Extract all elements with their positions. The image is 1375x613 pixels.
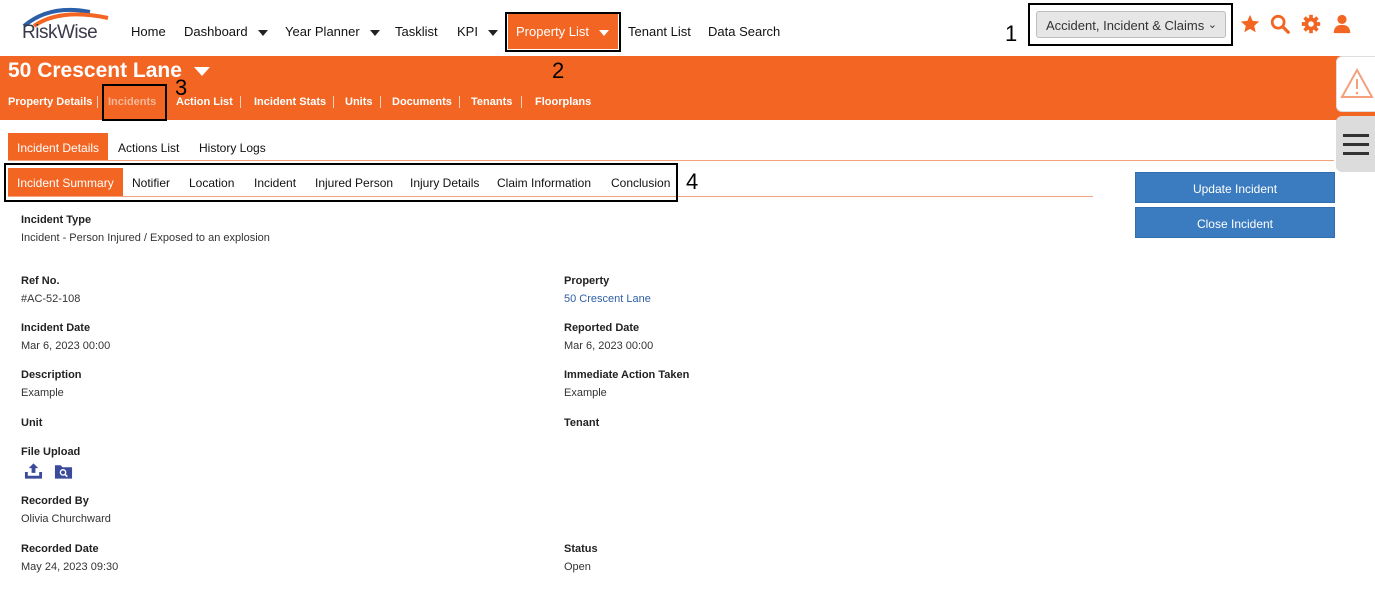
description-label: Description [21,369,82,381]
riskwise-logo[interactable]: RiskWise [20,6,115,46]
close-incident-button[interactable]: Close Incident [1135,207,1335,238]
search-icon[interactable] [1269,13,1291,35]
recorded-by-label: Recorded By [21,495,89,507]
incident-date-label: Incident Date [21,322,91,334]
warning-icon [1340,67,1374,98]
status-value: Open [564,561,591,573]
folder-search-icon[interactable] [54,462,73,480]
file-upload-label: File Upload [21,446,81,458]
subnav-tenants[interactable]: Tenants [471,96,512,108]
chevron-down-icon [369,29,380,36]
annotation-label-3: 3 [175,75,188,100]
reported-date-value: Mar 6, 2023 00:00 [564,340,654,352]
subnav-divider [459,96,460,108]
property-link[interactable]: 50 Crescent Lane [564,293,651,305]
subnav-incident-stats[interactable]: Incident Stats [254,96,326,108]
annotation-box-1 [1028,3,1233,46]
tab-incident-details[interactable]: Incident Details [8,133,109,161]
nav-year-planner[interactable]: Year Planner [285,24,380,39]
nav-data-search[interactable]: Data Search [708,24,780,39]
property-label: Property [564,275,610,287]
alerts-side-tab[interactable] [1336,56,1375,112]
ref-no-value: #AC-52-108 [21,293,81,305]
nav-tenant-list[interactable]: Tenant List [628,24,691,39]
property-header: 50 Crescent Lane Property Details Incide… [0,56,1375,120]
annotation-label-4: 4 [686,169,699,194]
status-label: Status [564,543,598,555]
subnav-divider [380,96,381,108]
subnav-documents[interactable]: Documents [392,96,452,108]
menu-side-tab[interactable] [1336,116,1375,172]
recorded-date-label: Recorded Date [21,543,99,555]
nav-home[interactable]: Home [131,24,166,39]
subnav-floorplans[interactable]: Floorplans [535,96,591,108]
user-icon[interactable] [1331,13,1353,35]
ref-no-label: Ref No. [21,275,60,287]
property-title-text: 50 Crescent Lane [8,59,182,82]
annotation-box-4 [4,163,678,202]
tab-underline [8,160,1334,161]
tenant-label: Tenant [564,417,600,429]
hamburger-menu-icon [1343,134,1369,155]
tab-actions-list[interactable]: Actions List [109,133,188,161]
reported-date-label: Reported Date [564,322,640,334]
incident-date-value: Mar 6, 2023 00:00 [21,340,111,352]
immediate-action-value: Example [564,387,607,399]
recorded-date-value: May 24, 2023 09:30 [21,561,119,573]
subnav-units[interactable]: Units [345,96,373,108]
subnav-divider [521,96,522,108]
subnav-divider [97,96,98,108]
annotation-label-1: 1 [1005,21,1018,46]
chevron-down-icon [193,66,210,76]
chevron-down-icon [257,29,268,36]
subnav-divider [240,96,241,108]
subnav-divider [333,96,334,108]
logo-text: RiskWise [22,22,98,43]
annotation-box-2 [505,12,621,52]
tab-history-logs[interactable]: History Logs [190,133,275,161]
nav-kpi[interactable]: KPI [457,24,498,39]
subnav-property-details[interactable]: Property Details [8,96,92,108]
nav-dashboard-label: Dashboard [184,24,248,39]
immediate-action-label: Immediate Action Taken [564,369,690,381]
gear-icon[interactable] [1300,13,1322,35]
upload-icon[interactable] [24,462,43,480]
nav-tasklist[interactable]: Tasklist [395,24,438,39]
annotation-label-2: 2 [552,58,565,83]
chevron-down-icon [487,29,498,36]
recorded-by-value: Olivia Churchward [21,513,111,525]
star-icon[interactable] [1239,13,1261,35]
incident-type-value: Incident - Person Injured / Exposed to a… [21,232,270,244]
update-incident-button[interactable]: Update Incident [1135,172,1335,203]
unit-label: Unit [21,417,43,429]
nav-dashboard[interactable]: Dashboard [184,24,268,39]
incident-type-label: Incident Type [21,214,92,226]
nav-kpi-label: KPI [457,24,478,39]
description-value: Example [21,387,64,399]
annotation-box-3 [102,84,167,121]
nav-year-planner-label: Year Planner [285,24,360,39]
